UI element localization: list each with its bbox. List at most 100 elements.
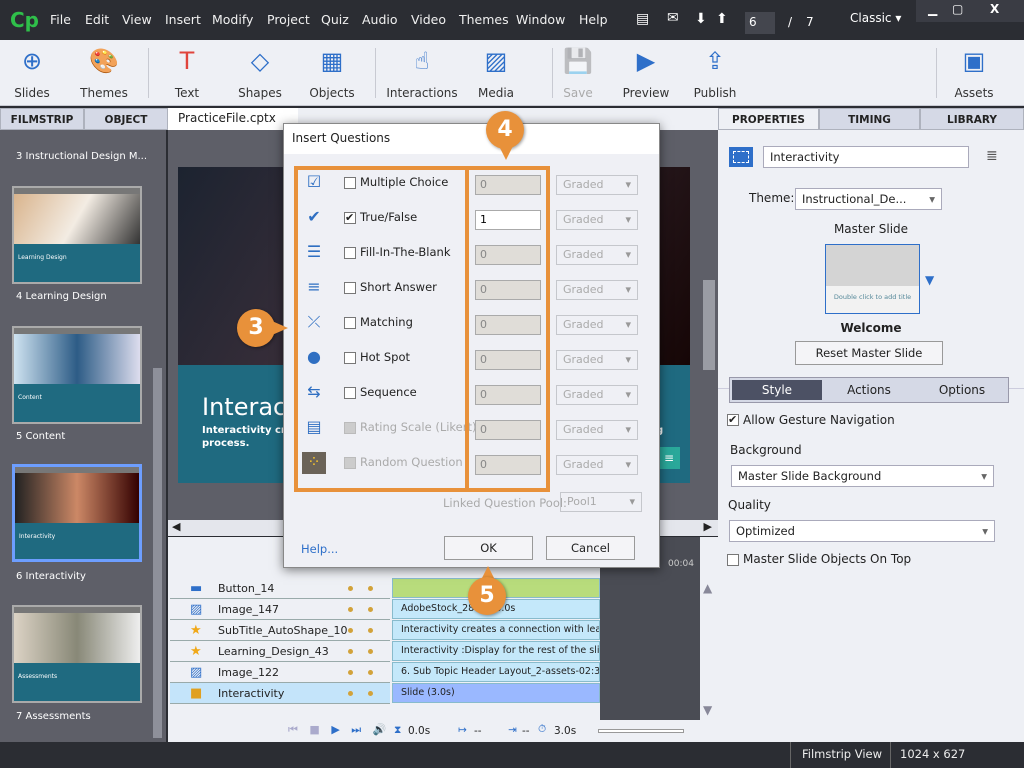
slide-thumb-5[interactable]: Content — [12, 326, 142, 424]
cancel-button[interactable]: Cancel — [546, 536, 635, 560]
theme-dropdown[interactable]: Instructional_De... — [795, 188, 942, 210]
reset-master-slide-button[interactable]: Reset Master Slide — [795, 341, 943, 365]
lock-dot[interactable] — [368, 691, 373, 696]
audio-icon[interactable]: 🔊 — [373, 723, 387, 736]
menu-audio[interactable]: Audio — [362, 12, 398, 27]
master-slide-thumb[interactable]: Double click to add title — [825, 244, 920, 314]
visibility-dot[interactable] — [348, 649, 353, 654]
themes-button[interactable]: 🎨 Themes — [76, 40, 132, 106]
timeline-bar[interactable]: Slide (3.0s) — [392, 683, 600, 703]
objects-button[interactable]: ▦ Objects — [304, 40, 360, 106]
visibility-dot[interactable] — [348, 586, 353, 591]
stop-icon[interactable]: ■ — [309, 723, 319, 736]
shapes-button[interactable]: ◇ Shapes — [232, 40, 288, 106]
help-link[interactable]: Help... — [301, 542, 338, 556]
menu-themes[interactable]: Themes — [459, 12, 509, 27]
chevron-left-icon[interactable]: ◀ — [172, 520, 180, 533]
menu-view[interactable]: View — [122, 12, 152, 27]
close-icon[interactable]: X — [990, 2, 999, 16]
filmstrip-scrollbar[interactable] — [153, 368, 162, 738]
graded-dropdown[interactable]: Graded — [556, 315, 638, 335]
interactions-button[interactable]: ☝ Interactions — [384, 40, 460, 106]
pool-dropdown[interactable]: Pool1 — [560, 492, 642, 512]
chevron-right-icon[interactable]: ▶ — [704, 520, 712, 533]
graded-dropdown[interactable]: Graded — [556, 350, 638, 370]
visibility-dot[interactable] — [348, 607, 353, 612]
slides-button[interactable]: ⊕ Slides — [4, 40, 60, 106]
tab-options[interactable]: Options — [916, 380, 1008, 400]
next-icon[interactable]: ⏭ — [351, 723, 361, 736]
graded-dropdown[interactable]: Graded — [556, 280, 638, 300]
graded-dropdown[interactable]: Graded — [556, 245, 638, 265]
mail-icon[interactable]: ✉ — [667, 10, 679, 26]
graded-dropdown[interactable]: Graded — [556, 175, 638, 195]
maximize-icon[interactable]: ▢ — [952, 2, 963, 16]
timeline-row[interactable]: ▬ Button_14 — [170, 578, 390, 599]
dropdown-triangle-icon[interactable]: ▼ — [925, 273, 934, 287]
menu-icon[interactable]: ≡ — [658, 447, 680, 469]
timeline-bar[interactable]: Interactivity creates a connection with … — [392, 620, 600, 640]
text-button[interactable]: T Text — [160, 40, 214, 106]
tab-properties[interactable]: PROPERTIES — [718, 108, 819, 130]
lock-dot[interactable] — [368, 607, 373, 612]
menu-edit[interactable]: Edit — [85, 12, 109, 27]
timeline-bar[interactable]: 6. Sub Topic Header Layout_2-assets-02:3… — [392, 662, 600, 682]
graded-dropdown[interactable]: Graded — [556, 455, 638, 475]
tab-timing[interactable]: TIMING — [819, 108, 920, 130]
menu-file[interactable]: File — [50, 12, 71, 27]
visibility-dot[interactable] — [348, 691, 353, 696]
workspace-dropdown[interactable]: Classic ▾ — [850, 11, 901, 25]
doc-tab[interactable]: PracticeFile.cptx x — [168, 108, 298, 139]
minimize-icon[interactable]: ▁ — [928, 2, 937, 16]
gesture-checkbox[interactable]: ✔ — [727, 414, 739, 426]
preview-button[interactable]: ▶ Preview — [616, 40, 676, 106]
menu-window[interactable]: Window — [516, 12, 565, 27]
visibility-dot[interactable] — [348, 628, 353, 633]
tab-actions[interactable]: Actions — [823, 380, 915, 400]
play-icon[interactable]: ▶ — [331, 723, 339, 736]
menu-insert[interactable]: Insert — [165, 12, 201, 27]
tab-object-state[interactable]: OBJECT STATE — [84, 108, 168, 148]
scroll-down-icon[interactable]: ▼ — [703, 703, 712, 717]
lock-dot[interactable] — [368, 670, 373, 675]
tab-filmstrip[interactable]: FILMSTRIP — [0, 108, 84, 130]
stage-vscroll[interactable] — [703, 280, 715, 370]
scroll-up-icon[interactable]: ▲ — [703, 581, 712, 595]
assets-button[interactable]: ▣ Assets — [944, 40, 1004, 106]
slide-thumb-4[interactable]: Learning Design — [12, 186, 142, 284]
slide-thumb-6[interactable]: Interactivity — [12, 464, 142, 562]
timeline-row[interactable]: ▨ Image_122 — [170, 662, 390, 683]
master-top-checkbox[interactable] — [727, 554, 739, 566]
tab-library[interactable]: LIBRARY — [920, 108, 1024, 130]
arrow-up-icon[interactable]: ⬆ — [716, 11, 728, 27]
slide-thumb-7[interactable]: Assessments — [12, 605, 142, 703]
publish-button[interactable]: ⇪ Publish — [684, 40, 746, 106]
menu-help[interactable]: Help — [579, 12, 608, 27]
menu-quiz[interactable]: Quiz — [321, 12, 349, 27]
tab-style[interactable]: Style — [732, 380, 822, 400]
lock-dot[interactable] — [368, 628, 373, 633]
save-button[interactable]: 💾 Save — [554, 40, 602, 106]
menu-video[interactable]: Video — [411, 12, 446, 27]
panel-menu-icon[interactable]: ≣ — [986, 148, 998, 164]
media-button[interactable]: ▨ Media — [466, 40, 526, 106]
zoom-slider[interactable] — [598, 729, 684, 733]
ok-button[interactable]: OK — [444, 536, 533, 560]
visibility-dot[interactable] — [348, 670, 353, 675]
timeline-row[interactable]: ★ Learning_Design_43 — [170, 641, 390, 662]
arrow-down-icon[interactable]: ⬇ — [695, 11, 707, 27]
slide-name-input[interactable]: Interactivity — [763, 146, 969, 168]
timeline-vscroll[interactable]: ▲ ▼ — [700, 567, 718, 720]
graded-dropdown[interactable]: Graded — [556, 385, 638, 405]
background-dropdown[interactable]: Master Slide Background — [731, 465, 994, 487]
quality-dropdown[interactable]: Optimized — [729, 520, 995, 542]
timeline-bar[interactable]: Interactivity :Display for the rest of t… — [392, 641, 600, 661]
timeline-row[interactable]: ★ SubTitle_AutoShape_10 — [170, 620, 390, 641]
graded-dropdown[interactable]: Graded — [556, 420, 638, 440]
screen-icon[interactable]: ▤ — [636, 11, 649, 27]
lock-dot[interactable] — [368, 586, 373, 591]
graded-dropdown[interactable]: Graded — [556, 210, 638, 230]
page-input[interactable]: 6 — [745, 12, 775, 34]
lock-dot[interactable] — [368, 649, 373, 654]
rewind-icon[interactable]: ⏮ — [288, 723, 298, 736]
